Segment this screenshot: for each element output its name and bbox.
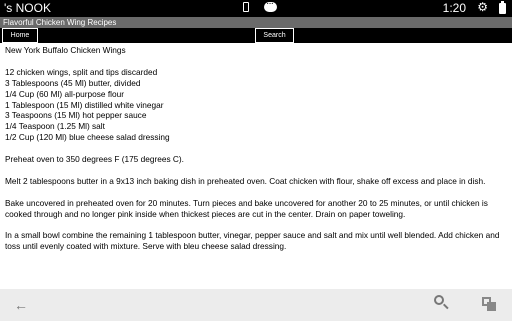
- app-title-bar: Flavorful Chicken Wing Recipes: [0, 17, 512, 28]
- ingredient-item: 3 Tablespoons (45 Ml) butter, divided: [5, 77, 141, 88]
- ingredient-item: 3 Teaspoons (15 Ml) hot pepper sauce: [5, 110, 147, 121]
- status-app-name: 's NOOK: [4, 1, 51, 15]
- instruction-step: Melt 2 tablespoons butter in a 9x13 inch…: [5, 175, 486, 186]
- recent-apps-icon[interactable]: [482, 297, 496, 311]
- instruction-step: Bake uncovered in preheated oven for 20 …: [5, 197, 488, 219]
- instruction-step: Preheat oven to 350 degrees F (175 degre…: [5, 154, 184, 165]
- home-button[interactable]: Home: [2, 28, 38, 43]
- instruction-step: In a small bowl combine the remaining 1 …: [5, 230, 500, 252]
- battery-icon: [499, 1, 506, 14]
- ingredient-item: 1/2 Cup (120 Ml) blue cheese salad dress…: [5, 132, 170, 143]
- ingredient-item: 1/4 Cup (60 Ml) all-purpose flour: [5, 88, 124, 99]
- navigation-bar: ←: [0, 289, 512, 321]
- chat-bubble-icon: [264, 0, 277, 12]
- gear-icon[interactable]: ⚙: [477, 0, 488, 14]
- search-icon[interactable]: [434, 295, 450, 313]
- ingredient-item: 1 Tablespoon (15 Ml) distilled white vin…: [5, 99, 164, 110]
- ingredient-item: 12 chicken wings, split and tips discard…: [5, 66, 158, 77]
- back-arrow-icon[interactable]: ←: [14, 297, 28, 313]
- recipe-title: New York Buffalo Chicken Wings: [5, 45, 126, 55]
- recipe-content[interactable]: New York Buffalo Chicken Wings 12 chicke…: [0, 43, 512, 289]
- ingredient-list: 12 chicken wings, split and tips discard…: [5, 67, 507, 143]
- status-time: 1:20: [442, 1, 466, 15]
- toolbar: Home Search: [0, 28, 512, 43]
- status-bar: 's NOOK 1:20 ⚙: [0, 0, 512, 17]
- search-button[interactable]: Search: [255, 28, 294, 43]
- app-title: Flavorful Chicken Wing Recipes: [3, 18, 117, 27]
- ingredient-item: 1/4 Teaspoon (1.25 Ml) salt: [5, 121, 105, 132]
- tablet-icon: [243, 2, 249, 12]
